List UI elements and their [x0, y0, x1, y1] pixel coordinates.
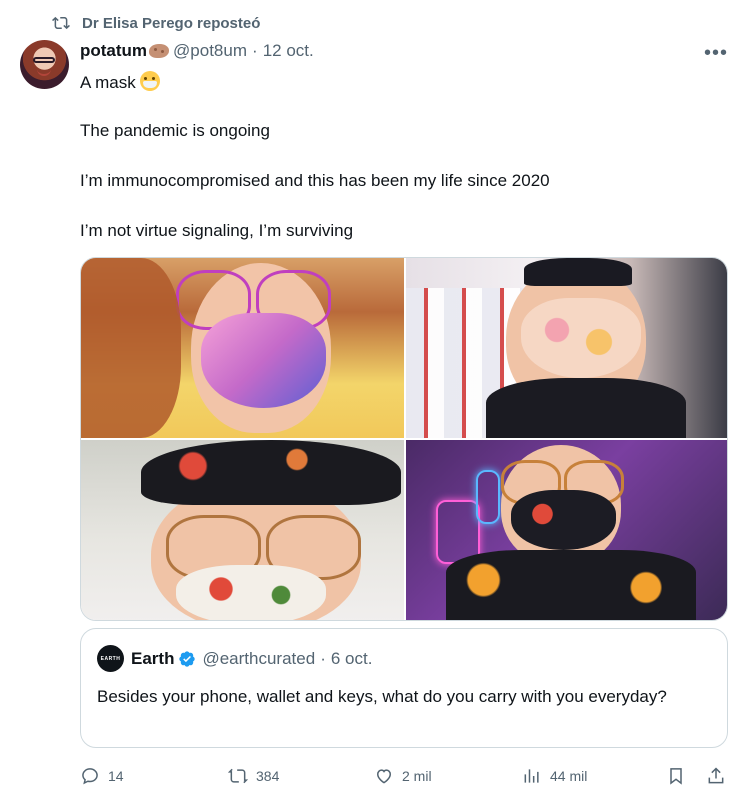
- verified-badge-icon: [179, 651, 196, 667]
- bookmark-icon: [670, 768, 682, 785]
- header-separator: ·: [252, 41, 258, 60]
- photo-3[interactable]: [81, 440, 404, 620]
- repost-count: 384: [256, 768, 280, 784]
- repost-indicator[interactable]: Dr Elisa Perego reposteó: [52, 14, 260, 32]
- photo-1[interactable]: [81, 258, 404, 438]
- views-button[interactable]: 44 mil: [522, 766, 587, 786]
- quoted-author-handle: @earthcurated: [202, 649, 316, 668]
- tweet-line-2: The pandemic is ongoing: [80, 121, 270, 140]
- photo-4[interactable]: [406, 440, 727, 620]
- heart-icon: [376, 769, 392, 784]
- quoted-author-name: Earth: [131, 649, 175, 668]
- tweet-header: potatum @pot8um · 12 oct.: [80, 41, 314, 61]
- author-avatar[interactable]: [20, 40, 69, 89]
- earth-logo: EARTH: [97, 645, 124, 672]
- quoted-separator: ·: [320, 649, 326, 668]
- repost-button[interactable]: 384: [228, 766, 279, 786]
- bookmark-button[interactable]: [666, 766, 686, 786]
- quoted-tweet[interactable]: EARTH Earth @earthcurated · 6 oct. Besid…: [80, 628, 728, 748]
- views-chart-icon: [524, 769, 539, 783]
- view-count: 44 mil: [550, 768, 588, 784]
- reply-count: 14: [108, 768, 124, 784]
- tweet-date[interactable]: 12 oct.: [263, 41, 314, 61]
- mask-face-emoji-icon: [139, 71, 160, 91]
- repost-label: Dr Elisa Perego reposteó: [82, 14, 261, 32]
- author-name[interactable]: potatum: [80, 41, 147, 61]
- repost-icon: [52, 16, 70, 30]
- quoted-date: 6 oct.: [330, 649, 373, 668]
- photo-2[interactable]: [406, 258, 727, 438]
- tweet-line-1: A mask: [80, 71, 160, 93]
- more-options-icon[interactable]: •••: [704, 42, 728, 65]
- author-handle[interactable]: @pot8um: [173, 41, 247, 61]
- reply-button[interactable]: 14: [80, 766, 124, 786]
- reply-icon: [82, 768, 98, 785]
- share-button[interactable]: [706, 766, 726, 786]
- tweet-line-4: I’m not virtue signaling, I’m surviving: [80, 221, 354, 240]
- potato-emoji-icon: [149, 44, 170, 58]
- media-grid: [80, 257, 728, 621]
- quoted-text: Besides your phone, wallet and keys, wha…: [97, 687, 667, 706]
- quoted-header: Earth @earthcurated · 6 oct.: [131, 649, 372, 669]
- tweet-line-3: I’m immunocompromised and this has been …: [80, 171, 550, 190]
- like-count: 2 mil: [402, 768, 432, 784]
- tweet-line-1-text: A mask: [80, 73, 136, 92]
- repost-action-icon: [228, 768, 248, 784]
- like-button[interactable]: 2 mil: [374, 766, 432, 786]
- share-icon: [708, 767, 724, 784]
